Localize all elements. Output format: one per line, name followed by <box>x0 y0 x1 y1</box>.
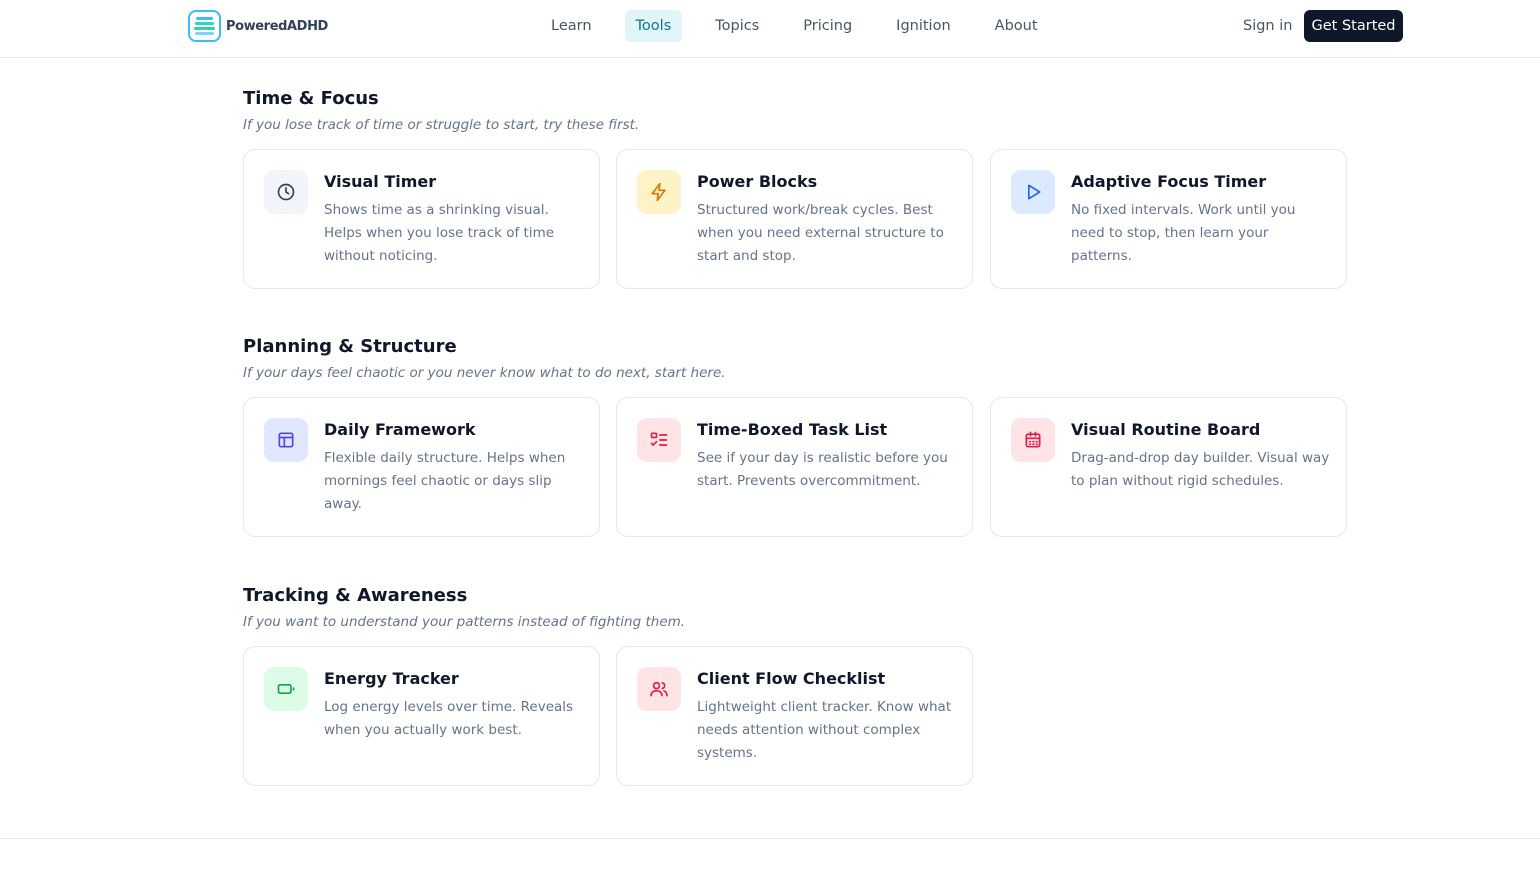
tool-card-visual-routine-board[interactable]: Visual Routine Board Drag-and-drop day b… <box>990 397 1347 537</box>
play-icon <box>1011 170 1055 214</box>
checklist-icon <box>637 418 681 462</box>
tool-card-grid: Energy Tracker Log energy levels over ti… <box>243 646 1347 786</box>
tool-card-client-flow-checklist[interactable]: Client Flow Checklist Lightweight client… <box>616 646 973 786</box>
tool-card-description: No fixed intervals. Work until you need … <box>1071 202 1296 264</box>
tool-card-description: See if your day is realistic before you … <box>697 450 948 489</box>
section-title: Time & Focus <box>243 88 379 109</box>
main-nav: Learn Tools Topics Pricing Ignition Abou… <box>540 10 1071 42</box>
calendar-icon <box>1011 418 1055 462</box>
tool-card-title: Time-Boxed Task List <box>697 420 888 439</box>
tool-card-time-boxed-task-list[interactable]: Time-Boxed Task List See if your day is … <box>616 397 973 537</box>
brand-logo-icon <box>188 10 221 42</box>
tool-card-title: Daily Framework <box>324 420 476 439</box>
footer-divider <box>0 838 1540 839</box>
tool-card-title: Client Flow Checklist <box>697 669 886 688</box>
brand-name: PoweredADHD <box>226 18 328 34</box>
brand-logo[interactable]: PoweredADHD <box>188 10 328 42</box>
tool-card-grid: Daily Framework Flexible daily structure… <box>243 397 1347 537</box>
tool-card-visual-timer[interactable]: Visual Timer Shows time as a shrinking v… <box>243 149 600 289</box>
nav-about[interactable]: About <box>984 10 1049 42</box>
section-planning-structure: Planning & Structure If your days feel c… <box>243 335 1347 541</box>
battery-icon <box>264 667 308 711</box>
top-nav-bar: PoweredADHD Learn Tools Topics Pricing I… <box>0 0 1540 58</box>
nav-pricing[interactable]: Pricing <box>792 10 863 42</box>
tool-card-description: Shows time as a shrinking visual. Helps … <box>324 202 555 264</box>
users-icon <box>637 667 681 711</box>
nav-topics[interactable]: Topics <box>704 10 770 42</box>
tool-card-description: Log energy levels over time. Reveals whe… <box>324 699 574 738</box>
tool-card-title: Adaptive Focus Timer <box>1071 172 1267 191</box>
nav-ignition[interactable]: Ignition <box>885 10 961 42</box>
tool-card-description: Flexible daily structure. Helps when mor… <box>324 450 566 512</box>
tool-card-title: Energy Tracker <box>324 669 459 688</box>
sign-in-link[interactable]: Sign in <box>1243 10 1292 42</box>
section-subtitle: If you want to understand your patterns … <box>243 614 686 630</box>
section-subtitle: If you lose track of time or struggle to… <box>243 117 640 133</box>
tool-card-title: Power Blocks <box>697 172 818 191</box>
tool-card-description: Structured work/break cycles. Best when … <box>697 202 944 264</box>
tool-card-title: Visual Timer <box>324 172 437 191</box>
layout-icon <box>264 418 308 462</box>
tool-card-energy-tracker[interactable]: Energy Tracker Log energy levels over ti… <box>243 646 600 786</box>
section-tracking-awareness: Tracking & Awareness If you want to unde… <box>243 584 1347 790</box>
section-title: Tracking & Awareness <box>243 585 468 606</box>
clock-icon <box>264 170 308 214</box>
get-started-button[interactable]: Get Started <box>1304 10 1403 42</box>
tool-card-daily-framework[interactable]: Daily Framework Flexible daily structure… <box>243 397 600 537</box>
lightning-icon <box>637 170 681 214</box>
tool-card-power-blocks[interactable]: Power Blocks Structured work/break cycle… <box>616 149 973 289</box>
tool-card-description: Lightweight client tracker. Know what ne… <box>697 699 952 761</box>
section-title: Planning & Structure <box>243 336 457 357</box>
tool-card-grid: Visual Timer Shows time as a shrinking v… <box>243 149 1347 289</box>
tool-card-title: Visual Routine Board <box>1071 420 1261 439</box>
section-subtitle: If your days feel chaotic or you never k… <box>243 365 726 381</box>
tool-card-description: Drag-and-drop day builder. Visual way to… <box>1071 450 1330 489</box>
nav-learn[interactable]: Learn <box>540 10 603 42</box>
section-time-focus: Time & Focus If you lose track of time o… <box>243 87 1347 293</box>
nav-tools[interactable]: Tools <box>624 10 683 42</box>
tool-card-adaptive-focus-timer[interactable]: Adaptive Focus Timer No fixed intervals.… <box>990 149 1347 289</box>
